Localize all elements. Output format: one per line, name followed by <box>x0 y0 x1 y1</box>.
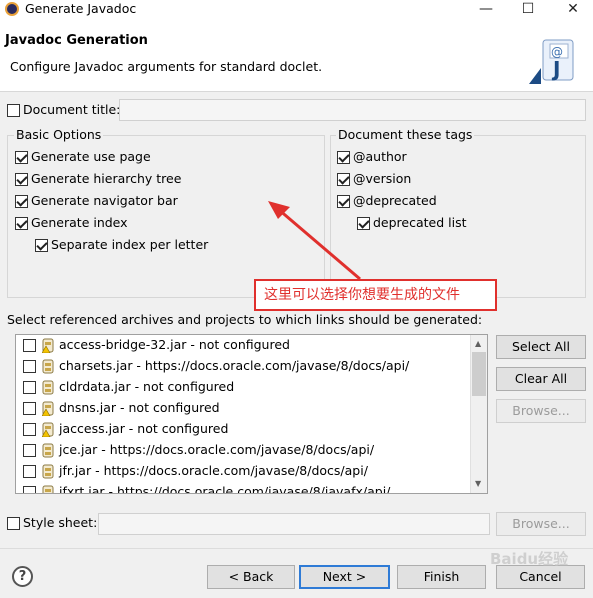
list-item-label: cldrdata.jar - not configured <box>59 379 235 394</box>
svg-text:J: J <box>551 57 560 81</box>
list-item-checkbox[interactable] <box>23 423 36 436</box>
list-item-label: access-bridge-32.jar - not configured <box>59 337 290 352</box>
separate-index-label: Separate index per letter <box>51 237 209 252</box>
jar-icon <box>42 485 54 493</box>
style-sheet-input[interactable] <box>98 513 490 535</box>
scrollbar-thumb[interactable] <box>472 352 486 396</box>
deprecated-list-label: deprecated list <box>373 215 467 230</box>
back-button[interactable]: < Back <box>207 565 295 589</box>
list-item-label: dnsns.jar - not configured <box>59 400 220 415</box>
list-item-label: jfxrt.jar - https://docs.oracle.com/java… <box>59 484 391 494</box>
generate-index-label: Generate index <box>31 215 128 230</box>
javadoc-wizard-icon: @ J <box>529 39 574 84</box>
document-title-label: Document title: <box>23 102 121 117</box>
basic-options-legend: Basic Options <box>14 127 104 142</box>
eclipse-app-icon <box>5 2 19 16</box>
list-item[interactable]: access-bridge-32.jar - not configured <box>16 335 471 356</box>
baidu-watermark: Baidu经验 <box>490 550 569 568</box>
page-description: Configure Javadoc arguments for standard… <box>10 59 323 74</box>
list-item-checkbox[interactable] <box>23 360 36 373</box>
jar-icon <box>42 380 54 395</box>
annotation-note: 这里可以选择你想要生成的文件 <box>254 279 497 311</box>
generate-index-checkbox[interactable] <box>15 217 28 230</box>
scroll-down-icon[interactable]: ▼ <box>475 479 481 488</box>
list-item-checkbox[interactable] <box>23 339 36 352</box>
author-tag-label: @author <box>353 149 407 164</box>
list-item[interactable]: jfr.jar - https://docs.oracle.com/javase… <box>16 461 471 482</box>
doc-tags-legend: Document these tags <box>336 127 475 142</box>
browse-style-sheet-button[interactable]: Browse... <box>496 512 586 536</box>
generate-navigator-bar-label: Generate navigator bar <box>31 193 178 208</box>
jar-warning-icon <box>42 401 54 416</box>
scroll-up-icon[interactable]: ▲ <box>475 339 481 348</box>
generate-use-page-label: Generate use page <box>31 149 151 164</box>
archives-label: Select referenced archives and projects … <box>7 312 483 327</box>
window-titlebar: Generate Javadoc — ☐ ✕ <box>0 0 593 18</box>
list-item-checkbox[interactable] <box>23 402 36 415</box>
version-tag-label: @version <box>353 171 412 186</box>
window-title: Generate Javadoc <box>25 1 137 16</box>
jar-icon <box>42 464 54 479</box>
minimize-button[interactable]: — <box>466 0 506 18</box>
document-title-input[interactable] <box>119 99 586 121</box>
list-item[interactable]: jce.jar - https://docs.oracle.com/javase… <box>16 440 471 461</box>
style-sheet-label: Style sheet: <box>23 515 98 530</box>
list-item[interactable]: jfxrt.jar - https://docs.oracle.com/java… <box>16 482 471 494</box>
list-item-checkbox[interactable] <box>23 381 36 394</box>
next-button[interactable]: Next > <box>299 565 390 589</box>
finish-button[interactable]: Finish <box>397 565 486 589</box>
generate-hierarchy-tree-label: Generate hierarchy tree <box>31 171 182 186</box>
annotation-arrow-icon <box>268 201 361 281</box>
generate-hierarchy-tree-checkbox[interactable] <box>15 173 28 186</box>
author-tag-checkbox[interactable] <box>337 151 350 164</box>
wizard-banner <box>0 18 593 92</box>
list-item-checkbox[interactable] <box>23 444 36 457</box>
jar-warning-icon <box>42 422 54 437</box>
jar-warning-icon <box>42 338 54 353</box>
list-item[interactable]: cldrdata.jar - not configured <box>16 377 471 398</box>
list-item-label: jaccess.jar - not configured <box>59 421 229 436</box>
clear-all-button[interactable]: Clear All <box>496 367 586 391</box>
maximize-button[interactable]: ☐ <box>508 0 548 18</box>
select-all-button[interactable]: Select All <box>496 335 586 359</box>
separate-index-checkbox[interactable] <box>35 239 48 252</box>
list-item[interactable]: charsets.jar - https://docs.oracle.com/j… <box>16 356 471 377</box>
archives-scrollbar[interactable]: ▲ ▼ <box>470 335 487 493</box>
list-item-label: charsets.jar - https://docs.oracle.com/j… <box>59 358 410 373</box>
version-tag-checkbox[interactable] <box>337 173 350 186</box>
page-title: Javadoc Generation <box>5 33 148 48</box>
list-item[interactable]: jaccess.jar - not configured <box>16 419 471 440</box>
document-title-checkbox[interactable] <box>7 104 20 117</box>
jar-icon <box>42 443 54 458</box>
list-item-checkbox[interactable] <box>23 486 36 493</box>
list-item[interactable]: dnsns.jar - not configured <box>16 398 471 419</box>
browse-archive-button[interactable]: Browse... <box>496 399 586 423</box>
help-icon[interactable]: ? <box>12 566 33 587</box>
generate-use-page-checkbox[interactable] <box>15 151 28 164</box>
list-item-checkbox[interactable] <box>23 465 36 478</box>
generate-navigator-bar-checkbox[interactable] <box>15 195 28 208</box>
list-item-label: jce.jar - https://docs.oracle.com/javase… <box>59 442 375 457</box>
archives-list[interactable]: access-bridge-32.jar - not configured ch… <box>15 334 488 494</box>
jar-icon <box>42 359 54 374</box>
style-sheet-checkbox[interactable] <box>7 517 20 530</box>
close-button[interactable]: ✕ <box>553 0 593 18</box>
list-item-label: jfr.jar - https://docs.oracle.com/javase… <box>59 463 368 478</box>
